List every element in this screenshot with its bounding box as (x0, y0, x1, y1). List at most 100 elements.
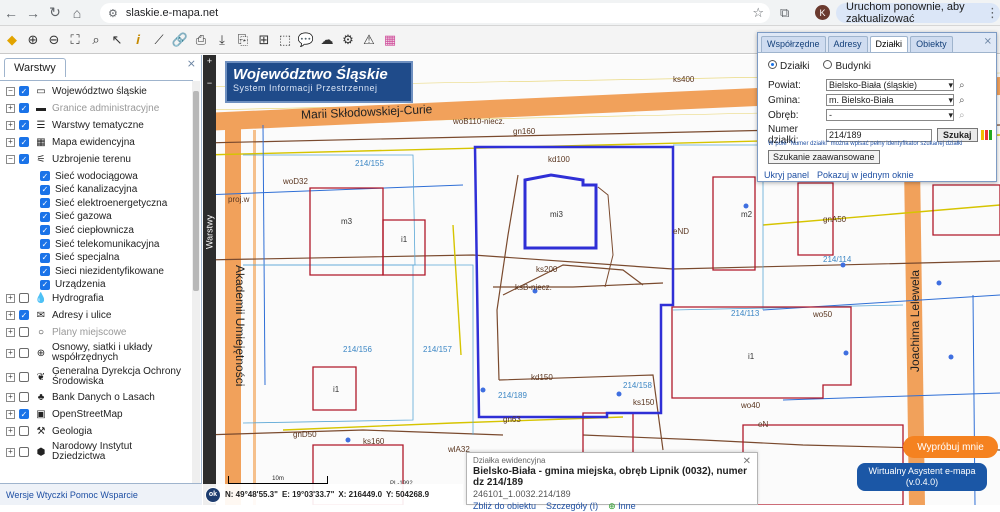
strip-zoom-in-icon[interactable]: + (205, 57, 214, 66)
layer-row[interactable]: ✓ Sieć kanalizacyjna (40, 183, 137, 197)
gmina-select[interactable]: m. Bielsko-Biała ▾ (826, 94, 954, 106)
layer-checkbox[interactable] (19, 447, 29, 458)
pointer-icon[interactable]: ↖ (109, 32, 125, 48)
layer-row[interactable]: + ✓ ▣ OpenStreetMap (6, 407, 123, 421)
star-icon[interactable]: ☆ (752, 5, 764, 21)
layer-checkbox[interactable]: ✓ (19, 154, 29, 164)
layer-checkbox[interactable]: ✓ (19, 137, 29, 147)
strip-zoom-out-icon[interactable]: − (205, 79, 214, 88)
footer-links[interactable]: Wersje Wtyczki Pomoc Wsparcie (6, 490, 138, 500)
update-button[interactable]: Uruchom ponownie, aby zaktualizować (836, 1, 1000, 25)
comment-icon[interactable]: 💬 (298, 32, 314, 48)
powiat-select[interactable]: Bielsko-Biała (śląskie) ▾ (826, 79, 954, 91)
more-link[interactable]: ⊕ Inne (608, 501, 636, 512)
layers-icon[interactable]: ◆ (4, 32, 20, 48)
search-tab[interactable]: Współrzędne (761, 36, 826, 52)
layer-checkbox[interactable]: ✓ (40, 239, 50, 249)
extensions-icon[interactable]: ⧉ (780, 5, 789, 21)
layer-checkbox[interactable]: ✓ (40, 184, 50, 195)
radio-parcels-indicator[interactable] (768, 60, 777, 69)
layer-checkbox[interactable]: ✓ (40, 279, 50, 290)
advanced-search-button[interactable]: Szukanie zaawansowane (768, 150, 880, 164)
expand-toggle-icon[interactable]: + (6, 348, 15, 358)
layer-row[interactable]: ✓ Sieć elektroenergetyczna (40, 196, 167, 210)
layer-checkbox[interactable]: ✓ (40, 225, 50, 236)
layer-row[interactable]: ✓ Sieć wodociągowa (40, 169, 138, 183)
radio-parcels[interactable]: Działki (768, 60, 809, 72)
side-tab-warstwy[interactable]: Warstwy (203, 203, 216, 261)
zoom-in-icon[interactable]: ⊕ (25, 32, 41, 48)
layer-checkbox[interactable] (19, 293, 29, 304)
obreb-select[interactable]: - ▾ (826, 109, 954, 121)
search-icon[interactable]: ⌕ (959, 95, 965, 106)
layer-checkbox[interactable] (19, 426, 29, 437)
palette-icon[interactable]: ▦ (382, 32, 398, 48)
expand-toggle-icon[interactable]: + (6, 120, 15, 130)
download-icon[interactable]: ⤓ (214, 32, 230, 48)
layer-row[interactable]: − ✓ ⚟ Uzbrojenie terenu (6, 152, 131, 166)
zoom-to-object-link[interactable]: Zbliż do obiektu (473, 501, 536, 512)
zoom-extent-icon[interactable]: ⛶ (67, 32, 83, 48)
layer-checkbox[interactable]: ✓ (19, 409, 29, 420)
layer-row[interactable]: + ♣ Bank Danych o Lasach (6, 390, 155, 404)
layer-row[interactable]: + ⚒ Geologia (6, 424, 92, 438)
site-info-icon[interactable]: ⚙ (108, 7, 118, 20)
layer-checkbox[interactable]: ✓ (19, 103, 29, 113)
expand-toggle-icon[interactable]: + (6, 447, 15, 457)
expand-toggle-icon[interactable]: + (6, 426, 15, 436)
try-me-button[interactable]: Wypróbuj mnie (903, 436, 998, 458)
back-arrow-icon[interactable]: ← (0, 2, 22, 24)
layer-checkbox[interactable]: ✓ (19, 120, 29, 130)
layer-checkbox[interactable]: ✓ (19, 86, 29, 96)
popup-close-icon[interactable]: ✕ (743, 456, 751, 467)
layer-row[interactable]: + ❦ Generalna Dyrekcja Ochrony Środowiska (6, 366, 182, 388)
print-icon[interactable]: ⎙ (193, 32, 209, 48)
avatar[interactable]: K (815, 5, 830, 20)
layer-row[interactable]: + ✓ ✉ Adresy i ulice (6, 308, 111, 322)
link-icon[interactable]: 🔗 (172, 32, 188, 48)
zoom-window-icon[interactable]: ⌕ (88, 32, 104, 48)
layer-checkbox[interactable] (19, 348, 29, 359)
parcel-number-input[interactable]: 214/189 (826, 128, 932, 142)
layer-row[interactable]: ✓ Urządzenia (40, 278, 106, 292)
search-tab[interactable]: Obiekty (910, 36, 953, 52)
layer-row[interactable]: + ✓ ☰ Warstwy tematyczne (6, 118, 144, 132)
expand-toggle-icon[interactable]: + (6, 293, 15, 303)
warning-icon[interactable]: ⚠ (361, 32, 377, 48)
zoom-out-icon[interactable]: ⊖ (46, 32, 62, 48)
layer-row[interactable]: + 💧 Hydrografia (6, 291, 104, 305)
layers-scrollbar[interactable] (192, 81, 200, 499)
layer-row[interactable]: + ✓ ▬ Granice administracyjne (6, 101, 159, 115)
tab-warstwy[interactable]: Warstwy (4, 58, 66, 77)
layer-row[interactable]: ✓ Sieć gazowa (40, 210, 112, 224)
layer-checkbox[interactable]: ✓ (19, 310, 29, 321)
menu-dots-icon[interactable]: ⋮ (986, 5, 999, 21)
expand-toggle-icon[interactable]: + (6, 392, 15, 402)
search-tab[interactable]: Działki (869, 36, 909, 52)
color-legend-icon[interactable] (980, 130, 992, 140)
layer-row[interactable]: + ⊕ Osnowy, siatki i układy współrzędnych (6, 342, 182, 364)
expand-toggle-icon[interactable]: + (6, 409, 15, 419)
address-bar[interactable]: ⚙ slaskie.e-mapa.net ☆ (100, 3, 770, 23)
layer-row[interactable]: ✓ Sieć specjalna (40, 251, 119, 265)
search-icon[interactable]: ⌕ (959, 110, 965, 121)
radio-buildings-indicator[interactable] (823, 60, 833, 69)
layer-checkbox[interactable] (19, 327, 29, 338)
layer-row[interactable]: ✓ Sieci niezidentyfikowane (40, 264, 164, 278)
search-icon[interactable]: ⌕ (959, 80, 965, 91)
layer-checkbox[interactable]: ✓ (40, 198, 50, 209)
measure-icon[interactable]: ⟋ (151, 32, 167, 48)
hide-panel-link[interactable]: Ukryj panel (764, 170, 809, 180)
select-icon[interactable]: ⬚ (277, 32, 293, 48)
expand-toggle-icon[interactable]: + (6, 310, 15, 320)
layer-checkbox[interactable]: ✓ (40, 266, 50, 277)
layer-row[interactable]: ✓ Sieć ciepłownicza (40, 223, 134, 237)
expand-toggle-icon[interactable]: + (6, 103, 15, 113)
radio-buildings[interactable]: Budynki (823, 60, 871, 72)
home-icon[interactable]: ⌂ (66, 2, 88, 24)
layer-row[interactable]: + ○ Plany miejscowe (6, 325, 126, 339)
one-window-link[interactable]: Pokazuj w jednym oknie (817, 170, 914, 180)
layer-checkbox[interactable]: ✓ (40, 252, 50, 263)
search-tab[interactable]: Adresy (827, 36, 868, 52)
layer-checkbox[interactable]: ✓ (40, 171, 50, 181)
